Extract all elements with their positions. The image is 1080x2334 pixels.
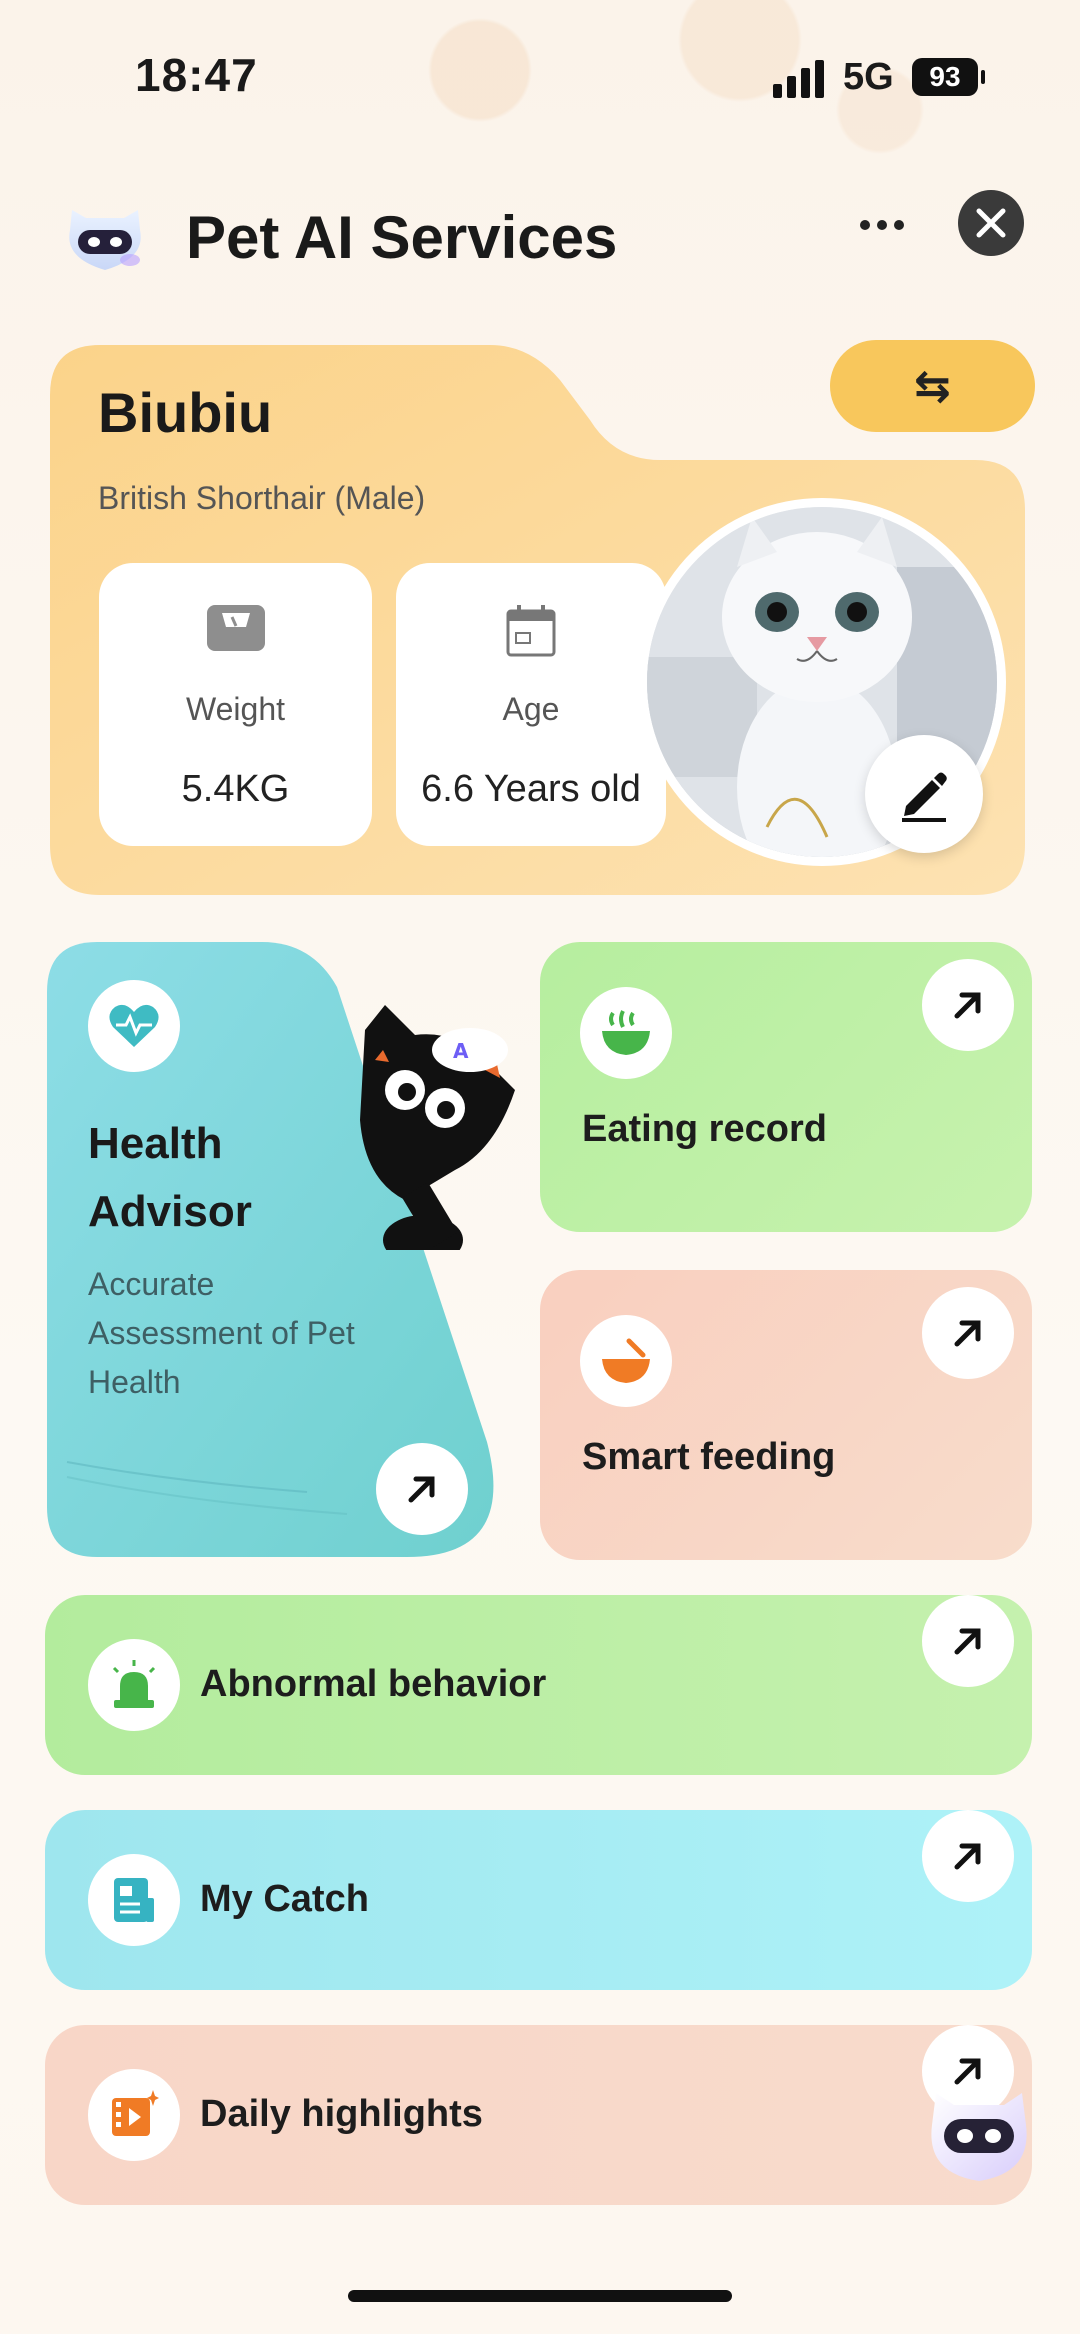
arrow-up-right-icon [954,1843,981,1870]
heartbeat-icon [109,1004,159,1047]
signal-icon [773,60,831,98]
smart-feeding-tile[interactable]: Smart feeding [540,1270,1032,1560]
age-value: 6.6 Years old [421,768,641,810]
my-catch-arrow-button[interactable] [922,1810,1014,1902]
switch-pet-button[interactable]: ⇆ [830,340,1035,432]
film-sparkle-icon [112,2090,159,2136]
weight-label: Weight [185,691,285,727]
status-time: 18:47 [135,49,258,101]
my-catch-label: My Catch [200,1878,369,1920]
close-icon [976,208,1006,238]
smart-feeding-label: Smart feeding [582,1436,836,1478]
abnormal-behavior-label: Abnormal behavior [200,1663,547,1705]
age-stat: Age 6.6 Years old [396,563,666,846]
scale-icon [206,605,265,651]
alarm-icon-badge [88,1639,180,1731]
heart-icon-badge [88,980,180,1072]
health-advisor-title: Health Advisor [88,1119,252,1236]
bowl-icon-badge [580,987,672,1079]
calendar-icon [506,605,556,657]
health-advisor-arrow-button[interactable] [376,1443,468,1535]
page-title: Pet AI Services [186,204,618,271]
edit-pet-button[interactable] [865,735,983,853]
weight-stat: Weight 5.4KG [99,563,372,846]
pencil-icon [902,772,947,822]
health-advisor-description: Accurate Assessment of Pet Health [88,1266,355,1400]
abnormal-behavior-arrow-button[interactable] [922,1595,1014,1687]
network-type: 5G [843,56,894,98]
feeder-icon-badge [580,1315,672,1407]
daily-highlights-label: Daily highlights [200,2093,483,2135]
highlights-icon-badge [88,2069,180,2161]
food-bowl-icon [602,1010,650,1055]
alarm-light-icon [112,1660,156,1708]
abnormal-behavior-tile[interactable]: Abnormal behavior [45,1595,1032,1775]
daily-highlights-tile[interactable]: Daily highlights [45,2025,1032,2205]
swap-icon: ⇆ [914,361,951,411]
battery-tip [981,70,985,84]
catch-icon-badge [88,1854,180,1946]
eating-record-arrow-button[interactable] [922,959,1014,1051]
arrow-up-right-icon [954,1628,981,1655]
robot-logo-icon [69,210,141,270]
arrow-up-right-icon [408,1476,435,1503]
pet-breed: British Shorthair (Male) [98,480,426,516]
more-options-button[interactable] [852,205,912,245]
arrow-up-right-icon [954,2058,981,2085]
arrow-up-right-icon [954,992,981,1019]
feeding-bowl-icon [602,1338,650,1383]
battery-icon: 93 [912,58,978,96]
svg-text:A: A [453,1039,469,1063]
home-indicator [348,2290,732,2302]
arrow-up-right-icon [954,1320,981,1347]
document-icon [114,1878,154,1922]
eating-record-tile[interactable]: Eating record [540,942,1032,1232]
age-label: Age [502,691,560,727]
weight-value: 5.4KG [181,768,290,810]
eating-record-label: Eating record [582,1108,827,1150]
my-catch-tile[interactable]: My Catch [45,1810,1032,1990]
pet-name: Biubiu [98,381,273,444]
smart-feeding-arrow-button[interactable] [922,1287,1014,1379]
close-button[interactable] [958,190,1024,256]
ai-assistant-robot-button[interactable] [924,2085,1034,2185]
